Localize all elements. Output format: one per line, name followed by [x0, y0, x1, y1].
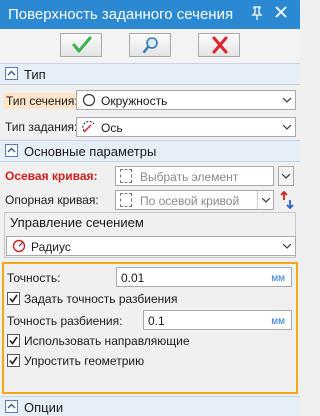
section-title: Основные параметры: [24, 144, 157, 159]
section-main-header[interactable]: Основные параметры: [0, 140, 300, 162]
circle-icon: [82, 93, 96, 107]
checkmark-icon: [9, 356, 18, 365]
checkmark-icon: [9, 336, 18, 345]
task-type-select[interactable]: Ось: [76, 117, 296, 137]
axis-curve-placeholder: Выбрать элемент: [140, 170, 239, 184]
set-split-accuracy-checkbox[interactable]: [7, 292, 20, 305]
section-title: Опции: [24, 400, 64, 415]
checkmark-icon: [9, 294, 18, 303]
toolbar: [0, 29, 300, 63]
accuracy-label: Точность:: [7, 271, 61, 285]
section-type-select[interactable]: Окружность: [76, 90, 296, 110]
axis-curve-label: Осевая кривая:: [5, 169, 98, 183]
simplify-label: Упростить геометрию: [24, 354, 145, 368]
use-guides-label: Использовать направляющие: [24, 334, 190, 348]
checkmark-icon: [72, 36, 92, 53]
cancel-button[interactable]: [198, 33, 240, 57]
task-type-value: Ось: [101, 121, 123, 135]
split-accuracy-label: Точность разбиения:: [7, 314, 123, 328]
accuracy-unit: мм: [271, 273, 285, 284]
task-type-label: Тип задания:: [5, 120, 78, 134]
element-select-icon: [120, 193, 132, 207]
cancel-x-icon: [212, 36, 228, 54]
simplify-checkbox[interactable]: [7, 354, 20, 367]
support-curve-value: По осевой кривой: [140, 194, 240, 208]
support-curve-select[interactable]: По осевой кривой: [115, 190, 274, 210]
split-accuracy-input[interactable]: 0.1 мм: [143, 310, 292, 330]
radius-icon: [12, 239, 26, 253]
title-bar: Поверхность заданного сечения: [0, 0, 300, 29]
chevron-down-icon: [282, 174, 290, 179]
split-accuracy-value: 0.1: [148, 314, 165, 328]
set-split-accuracy-label: Задать точность разбиения: [24, 292, 178, 306]
section-type-value: Окружность: [101, 94, 168, 108]
collapse-icon[interactable]: [5, 400, 18, 413]
use-guides-checkbox[interactable]: [7, 334, 20, 347]
axis-curve-dropdown-button[interactable]: [278, 166, 294, 186]
section-type-header[interactable]: Тип: [0, 63, 300, 85]
split-accuracy-unit: мм: [271, 316, 285, 327]
magnifier-icon: [142, 37, 158, 54]
section-control-title: Управление сечением: [10, 215, 144, 230]
chevron-down-icon: [279, 91, 295, 109]
section-control-select[interactable]: Радиус: [6, 236, 296, 256]
section-control-value: Радиус: [31, 240, 71, 254]
accuracy-value: 0.01: [121, 271, 145, 285]
accuracy-input[interactable]: 0.01 мм: [116, 267, 292, 287]
close-icon[interactable]: [275, 6, 287, 21]
axis-icon: [82, 120, 95, 133]
reverse-direction-icon[interactable]: [279, 190, 295, 213]
axis-curve-select[interactable]: Выбрать элемент: [115, 166, 274, 186]
preview-button[interactable]: [129, 33, 171, 57]
section-type-label: Тип сечения:: [4, 93, 80, 109]
ok-button[interactable]: [60, 33, 102, 57]
collapse-icon[interactable]: [5, 67, 18, 80]
element-select-icon: [120, 169, 132, 183]
chevron-down-icon: [279, 237, 295, 255]
collapse-icon[interactable]: [5, 144, 18, 157]
pin-icon[interactable]: [251, 6, 263, 23]
section-options-header[interactable]: Опции: [0, 396, 300, 416]
window-title: Поверхность заданного сечения: [8, 6, 234, 23]
section-title: Тип: [24, 67, 46, 82]
chevron-down-icon: [257, 191, 273, 209]
support-curve-label: Опорная кривая:: [5, 193, 99, 207]
chevron-down-icon: [279, 118, 295, 136]
